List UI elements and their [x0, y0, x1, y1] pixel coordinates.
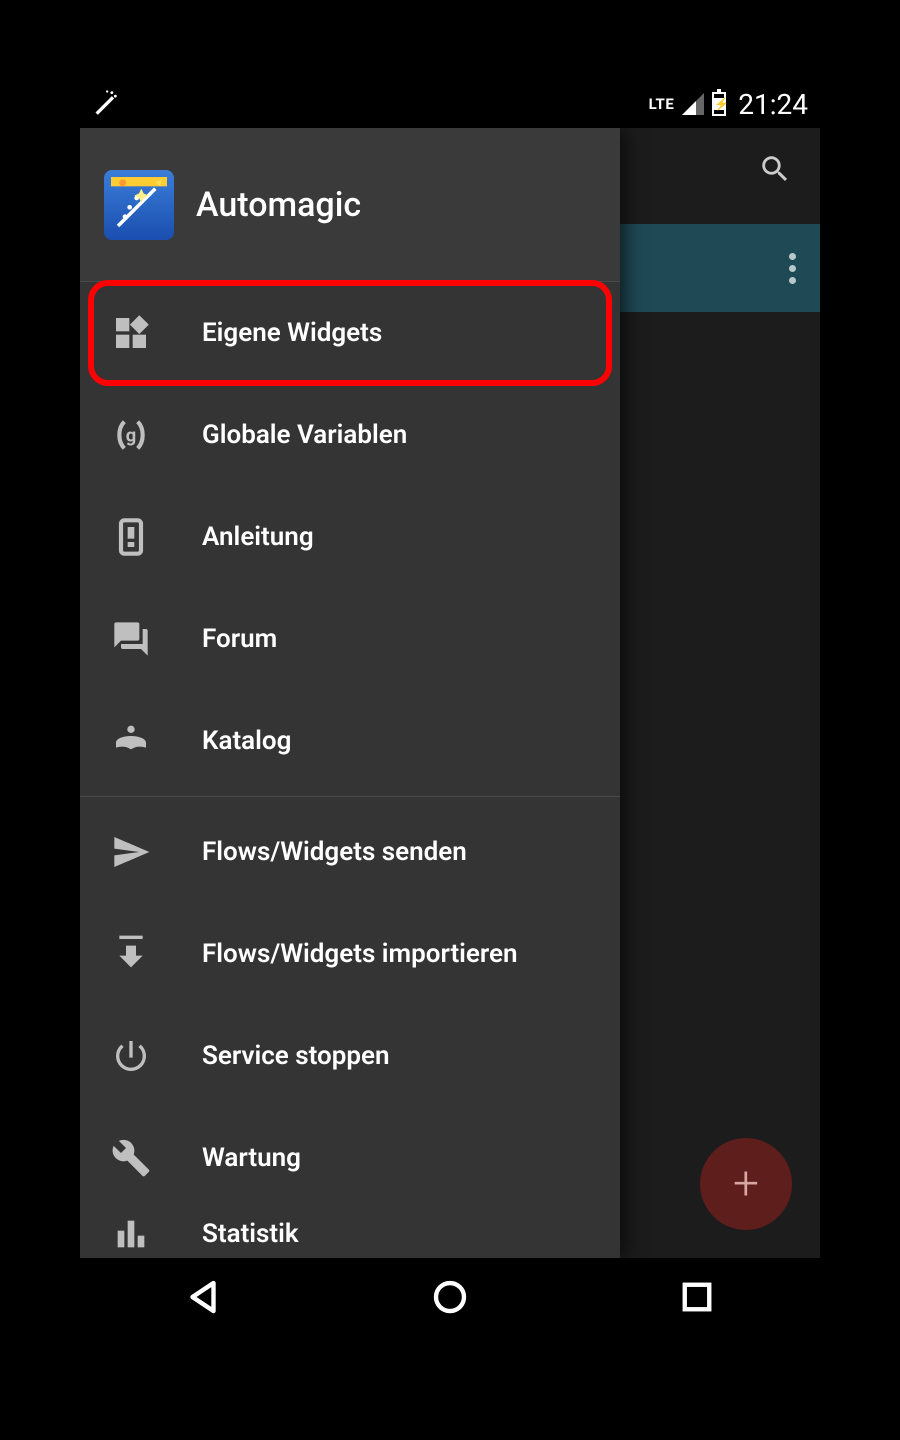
phone-frame: LTE ⚡ 21:24 +: [80, 80, 820, 1340]
svg-text:g: g: [126, 426, 136, 447]
drawer-item-label: Globale Variablen: [202, 420, 407, 450]
drawer-item-global-vars[interactable]: g Globale Variablen: [80, 384, 620, 486]
drawer-item-label: Flows/Widgets senden: [202, 837, 467, 867]
drawer-divider: [80, 796, 620, 797]
drawer-item-own-widgets[interactable]: Eigene Widgets: [80, 282, 620, 384]
drawer-item-label: Statistik: [202, 1219, 299, 1249]
status-bar: LTE ⚡ 21:24: [80, 80, 820, 128]
automagic-status-icon: [92, 88, 120, 120]
drawer-item-stop-service[interactable]: Service stoppen: [80, 1005, 620, 1107]
recents-button[interactable]: [676, 1276, 718, 1322]
power-icon: [110, 1036, 152, 1076]
variables-icon: g: [110, 415, 152, 455]
drawer-item-catalog[interactable]: Katalog: [80, 690, 620, 792]
navigation-drawer: Automagic Eigene Widgets g Globale Varia…: [80, 128, 620, 1258]
import-icon: [110, 934, 152, 974]
add-fab[interactable]: +: [700, 1138, 792, 1230]
forum-icon: [110, 619, 152, 659]
catalog-icon: [110, 721, 152, 761]
drawer-item-label: Wartung: [202, 1143, 301, 1173]
drawer-item-maintenance[interactable]: Wartung: [80, 1107, 620, 1209]
drawer-item-stats[interactable]: Statistik: [80, 1209, 620, 1258]
wrench-icon: [110, 1138, 152, 1178]
network-type-indicator: LTE: [649, 95, 675, 113]
send-icon: [110, 832, 152, 872]
drawer-item-label: Anleitung: [202, 522, 314, 552]
drawer-list: Eigene Widgets g Globale Variablen Anlei…: [80, 282, 620, 1258]
home-button[interactable]: [429, 1276, 471, 1322]
plus-icon: +: [733, 1161, 759, 1207]
overflow-menu-icon[interactable]: [789, 253, 796, 284]
clock: 21:24: [738, 88, 808, 121]
back-button[interactable]: [182, 1276, 224, 1322]
android-nav-bar: [80, 1258, 820, 1340]
drawer-item-forum[interactable]: Forum: [80, 588, 620, 690]
manual-icon: [110, 517, 152, 557]
app-body: + Automagic: [80, 128, 820, 1258]
stats-icon: [110, 1214, 152, 1254]
drawer-item-send[interactable]: Flows/Widgets senden: [80, 801, 620, 903]
app-icon: [104, 170, 174, 240]
drawer-item-import[interactable]: Flows/Widgets importieren: [80, 903, 620, 1005]
widgets-icon: [110, 313, 152, 353]
drawer-item-label: Eigene Widgets: [202, 318, 382, 348]
drawer-item-manual[interactable]: Anleitung: [80, 486, 620, 588]
search-button[interactable]: [758, 152, 792, 190]
signal-strength-icon: [682, 93, 704, 115]
app-title: Automagic: [196, 185, 361, 225]
drawer-header: Automagic: [80, 128, 620, 282]
drawer-item-label: Forum: [202, 624, 277, 654]
drawer-item-label: Service stoppen: [202, 1041, 390, 1071]
drawer-item-label: Flows/Widgets importieren: [202, 939, 518, 969]
drawer-item-label: Katalog: [202, 726, 291, 756]
battery-charging-icon: ⚡: [712, 92, 726, 116]
